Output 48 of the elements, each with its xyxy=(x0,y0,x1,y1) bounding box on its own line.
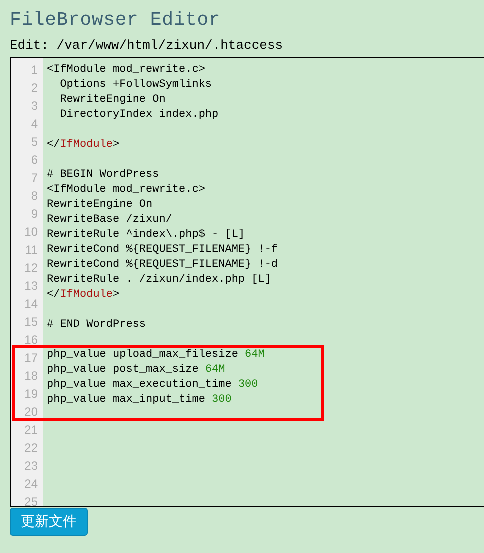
code-line: php_value post_max_size 64M xyxy=(47,363,226,378)
code-line: RewriteCond %{REQUEST_FILENAME} !-f xyxy=(47,243,278,258)
code-line: <IfModule mod_rewrite.c> xyxy=(47,63,206,78)
code-line: php_value upload_max_filesize 64M xyxy=(47,348,265,363)
code-line: DirectoryIndex index.php xyxy=(59,108,219,123)
line-number: 24 xyxy=(24,476,39,493)
code-line: </IfModule> xyxy=(47,288,120,303)
line-number: 17 xyxy=(24,350,39,367)
line-number: 3 xyxy=(30,98,39,115)
code-line: </IfModule> xyxy=(47,138,120,153)
code-line: # BEGIN WordPress xyxy=(47,168,160,183)
code-line: php_value max_execution_time 300 xyxy=(47,378,258,393)
line-number: 25 xyxy=(24,494,39,506)
code-line: <IfModule mod_rewrite.c> xyxy=(47,183,206,198)
code-line: RewriteRule ^index\.php$ - [L] xyxy=(47,228,246,243)
line-number: 4 xyxy=(30,116,39,133)
code-line: RewriteEngine On xyxy=(47,198,153,213)
line-number: 9 xyxy=(30,206,39,223)
line-number: 11 xyxy=(24,242,39,259)
line-number: 10 xyxy=(24,224,39,241)
file-path-label: Edit: /var/www/html/zixun/.htaccess xyxy=(10,37,284,55)
code-line: Options +FollowSymlinks xyxy=(59,78,212,93)
line-number: 13 xyxy=(24,278,39,295)
line-number: 5 xyxy=(30,134,39,151)
update-file-button[interactable]: 更新文件 xyxy=(10,508,88,536)
line-number: 14 xyxy=(24,296,39,313)
code-line: php_value max_input_time 300 xyxy=(47,393,232,408)
line-number: 20 xyxy=(24,404,39,421)
line-number: 19 xyxy=(24,386,39,403)
code-line: RewriteBase /zixun/ xyxy=(47,213,172,228)
code-line: RewriteCond %{REQUEST_FILENAME} !-d xyxy=(47,258,278,273)
line-number: 6 xyxy=(30,152,39,169)
code-line: RewriteEngine On xyxy=(59,93,166,108)
line-number: 12 xyxy=(24,260,39,277)
code-line: RewriteRule . /zixun/index.php [L] xyxy=(47,273,272,288)
line-number: 15 xyxy=(24,314,39,331)
code-editor[interactable] xyxy=(10,57,484,507)
line-number: 23 xyxy=(24,458,39,475)
line-number: 16 xyxy=(24,332,39,349)
line-number: 21 xyxy=(24,422,39,439)
page-title: FileBrowser Editor xyxy=(10,8,222,33)
line-number: 2 xyxy=(30,80,39,97)
line-number: 1 xyxy=(30,62,39,79)
line-number: 18 xyxy=(24,368,39,385)
line-number: 7 xyxy=(30,170,39,187)
line-number: 22 xyxy=(24,440,39,457)
line-number: 8 xyxy=(30,188,39,205)
code-line: # END WordPress xyxy=(47,318,146,333)
